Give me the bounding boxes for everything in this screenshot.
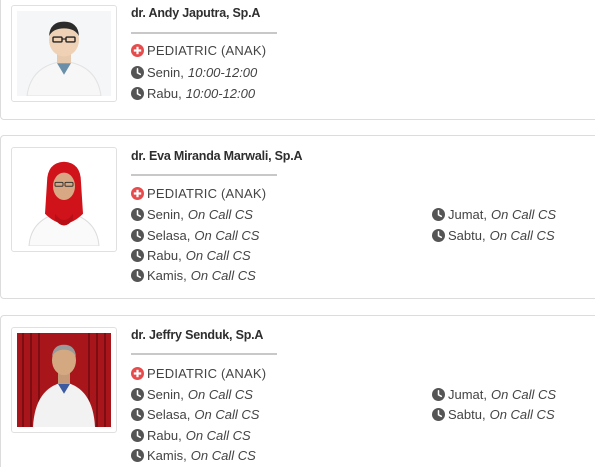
clock-icon [131,87,144,100]
plus-circle-icon [131,187,144,200]
schedule-row: Sabtu, On Call CS [432,228,555,243]
schedule-row: Senin, 10:00-12:00 [131,65,257,80]
doctor-portrait-image [17,153,111,246]
schedule-day: Senin, [147,207,184,222]
schedule-day: Selasa, [147,228,191,243]
clock-icon [131,229,144,242]
schedule-time: On Call CS [489,228,555,243]
doctor-card[interactable]: dr. Andy Japutra, Sp.A PEDIATRIC (ANAK) … [0,0,595,120]
divider [131,32,277,34]
schedule-time: On Call CS [489,407,555,422]
schedule-day: Rabu, [147,428,182,443]
doctor-name[interactable]: dr. Andy Japutra, Sp.A [131,6,260,20]
specialty-label: PEDIATRIC (ANAK) [147,186,267,201]
clock-icon [432,208,445,221]
schedule-day: Selasa, [147,407,191,422]
schedule-time: On Call CS [190,268,256,283]
clock-icon [432,408,445,421]
schedule-day: Sabtu, [448,407,486,422]
schedule-time: On Call CS [185,248,251,263]
doctor-list: dr. Andy Japutra, Sp.A PEDIATRIC (ANAK) … [0,0,595,467]
doctor-card[interactable]: dr. Jeffry Senduk, Sp.A PEDIATRIC (ANAK)… [0,315,595,467]
specialty-label: PEDIATRIC (ANAK) [147,366,267,381]
schedule-day: Kamis, [147,448,187,463]
schedule-row: Senin, On Call CS [131,207,253,222]
specialty-row: PEDIATRIC (ANAK) [131,43,266,58]
schedule-row: Rabu, On Call CS [131,428,251,443]
schedule-day: Kamis, [147,268,187,283]
schedule-row: Selasa, On Call CS [131,228,259,243]
schedule-time: 10:00-12:00 [185,86,256,101]
clock-icon [131,388,144,401]
schedule-row: Jumat, On Call CS [432,207,556,222]
clock-icon [131,208,144,221]
doctor-portrait-image [17,333,111,427]
schedule-row: Jumat, On Call CS [432,387,556,402]
clock-icon [131,408,144,421]
clock-icon [131,429,144,442]
schedule-time: 10:00-12:00 [187,65,258,80]
clock-icon [432,388,445,401]
schedule-row: Senin, On Call CS [131,387,253,402]
schedule-row: Rabu, On Call CS [131,248,251,263]
divider [131,174,277,176]
specialty-label: PEDIATRIC (ANAK) [147,43,267,58]
schedule-day: Senin, [147,387,184,402]
schedule-time: On Call CS [190,448,256,463]
schedule-row: Kamis, On Call CS [131,268,256,283]
schedule-day: Rabu, [147,86,182,101]
schedule-row: Kamis, On Call CS [131,448,256,463]
schedule-row: Rabu, 10:00-12:00 [131,86,255,101]
clock-icon [131,66,144,79]
doctor-card[interactable]: dr. Eva Miranda Marwali, Sp.A PEDIATRIC … [0,135,595,299]
schedule-day: Jumat, [448,207,488,222]
doctor-name[interactable]: dr. Jeffry Senduk, Sp.A [131,328,263,342]
divider [131,353,277,355]
schedule-row: Selasa, On Call CS [131,407,259,422]
schedule-time: On Call CS [187,207,253,222]
doctor-photo[interactable] [11,147,117,252]
schedule-day: Senin, [147,65,184,80]
clock-icon [131,449,144,462]
clock-icon [131,269,144,282]
schedule-time: On Call CS [185,428,251,443]
schedule-row: Sabtu, On Call CS [432,407,555,422]
schedule-day: Rabu, [147,248,182,263]
schedule-time: On Call CS [491,387,557,402]
schedule-time: On Call CS [194,407,260,422]
clock-icon [432,229,445,242]
doctor-portrait-image [17,11,111,96]
specialty-row: PEDIATRIC (ANAK) [131,186,266,201]
plus-circle-icon [131,367,144,380]
doctor-photo[interactable] [11,5,117,102]
schedule-time: On Call CS [187,387,253,402]
schedule-day: Jumat, [448,387,488,402]
schedule-time: On Call CS [491,207,557,222]
plus-circle-icon [131,44,144,57]
schedule-time: On Call CS [194,228,260,243]
doctor-name[interactable]: dr. Eva Miranda Marwali, Sp.A [131,149,303,163]
schedule-day: Sabtu, [448,228,486,243]
clock-icon [131,249,144,262]
specialty-row: PEDIATRIC (ANAK) [131,366,266,381]
doctor-photo[interactable] [11,327,117,433]
